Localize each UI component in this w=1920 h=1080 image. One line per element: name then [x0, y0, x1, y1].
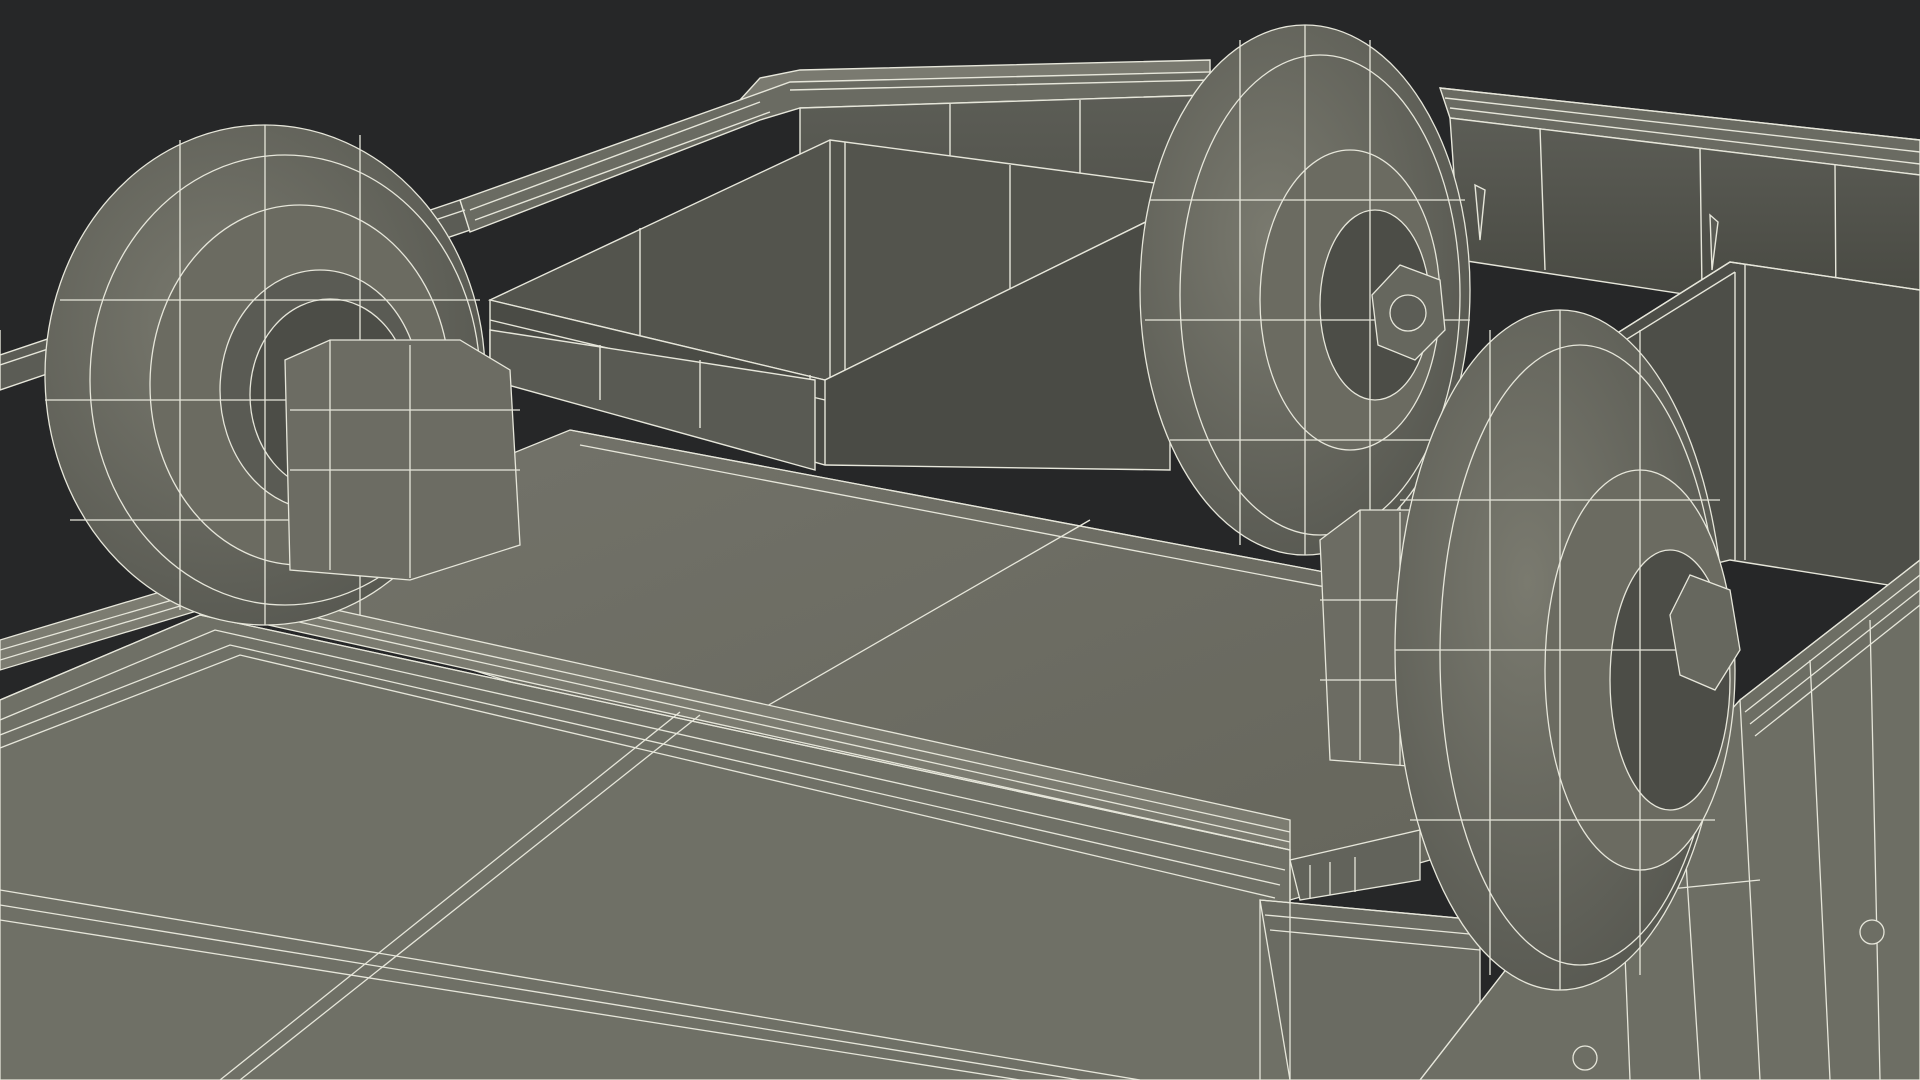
- wireframe-render: [0, 0, 1920, 1080]
- render-viewport: [0, 0, 1920, 1080]
- bolt-icon: [1859, 919, 1885, 945]
- bolt-icon: [1572, 1045, 1598, 1071]
